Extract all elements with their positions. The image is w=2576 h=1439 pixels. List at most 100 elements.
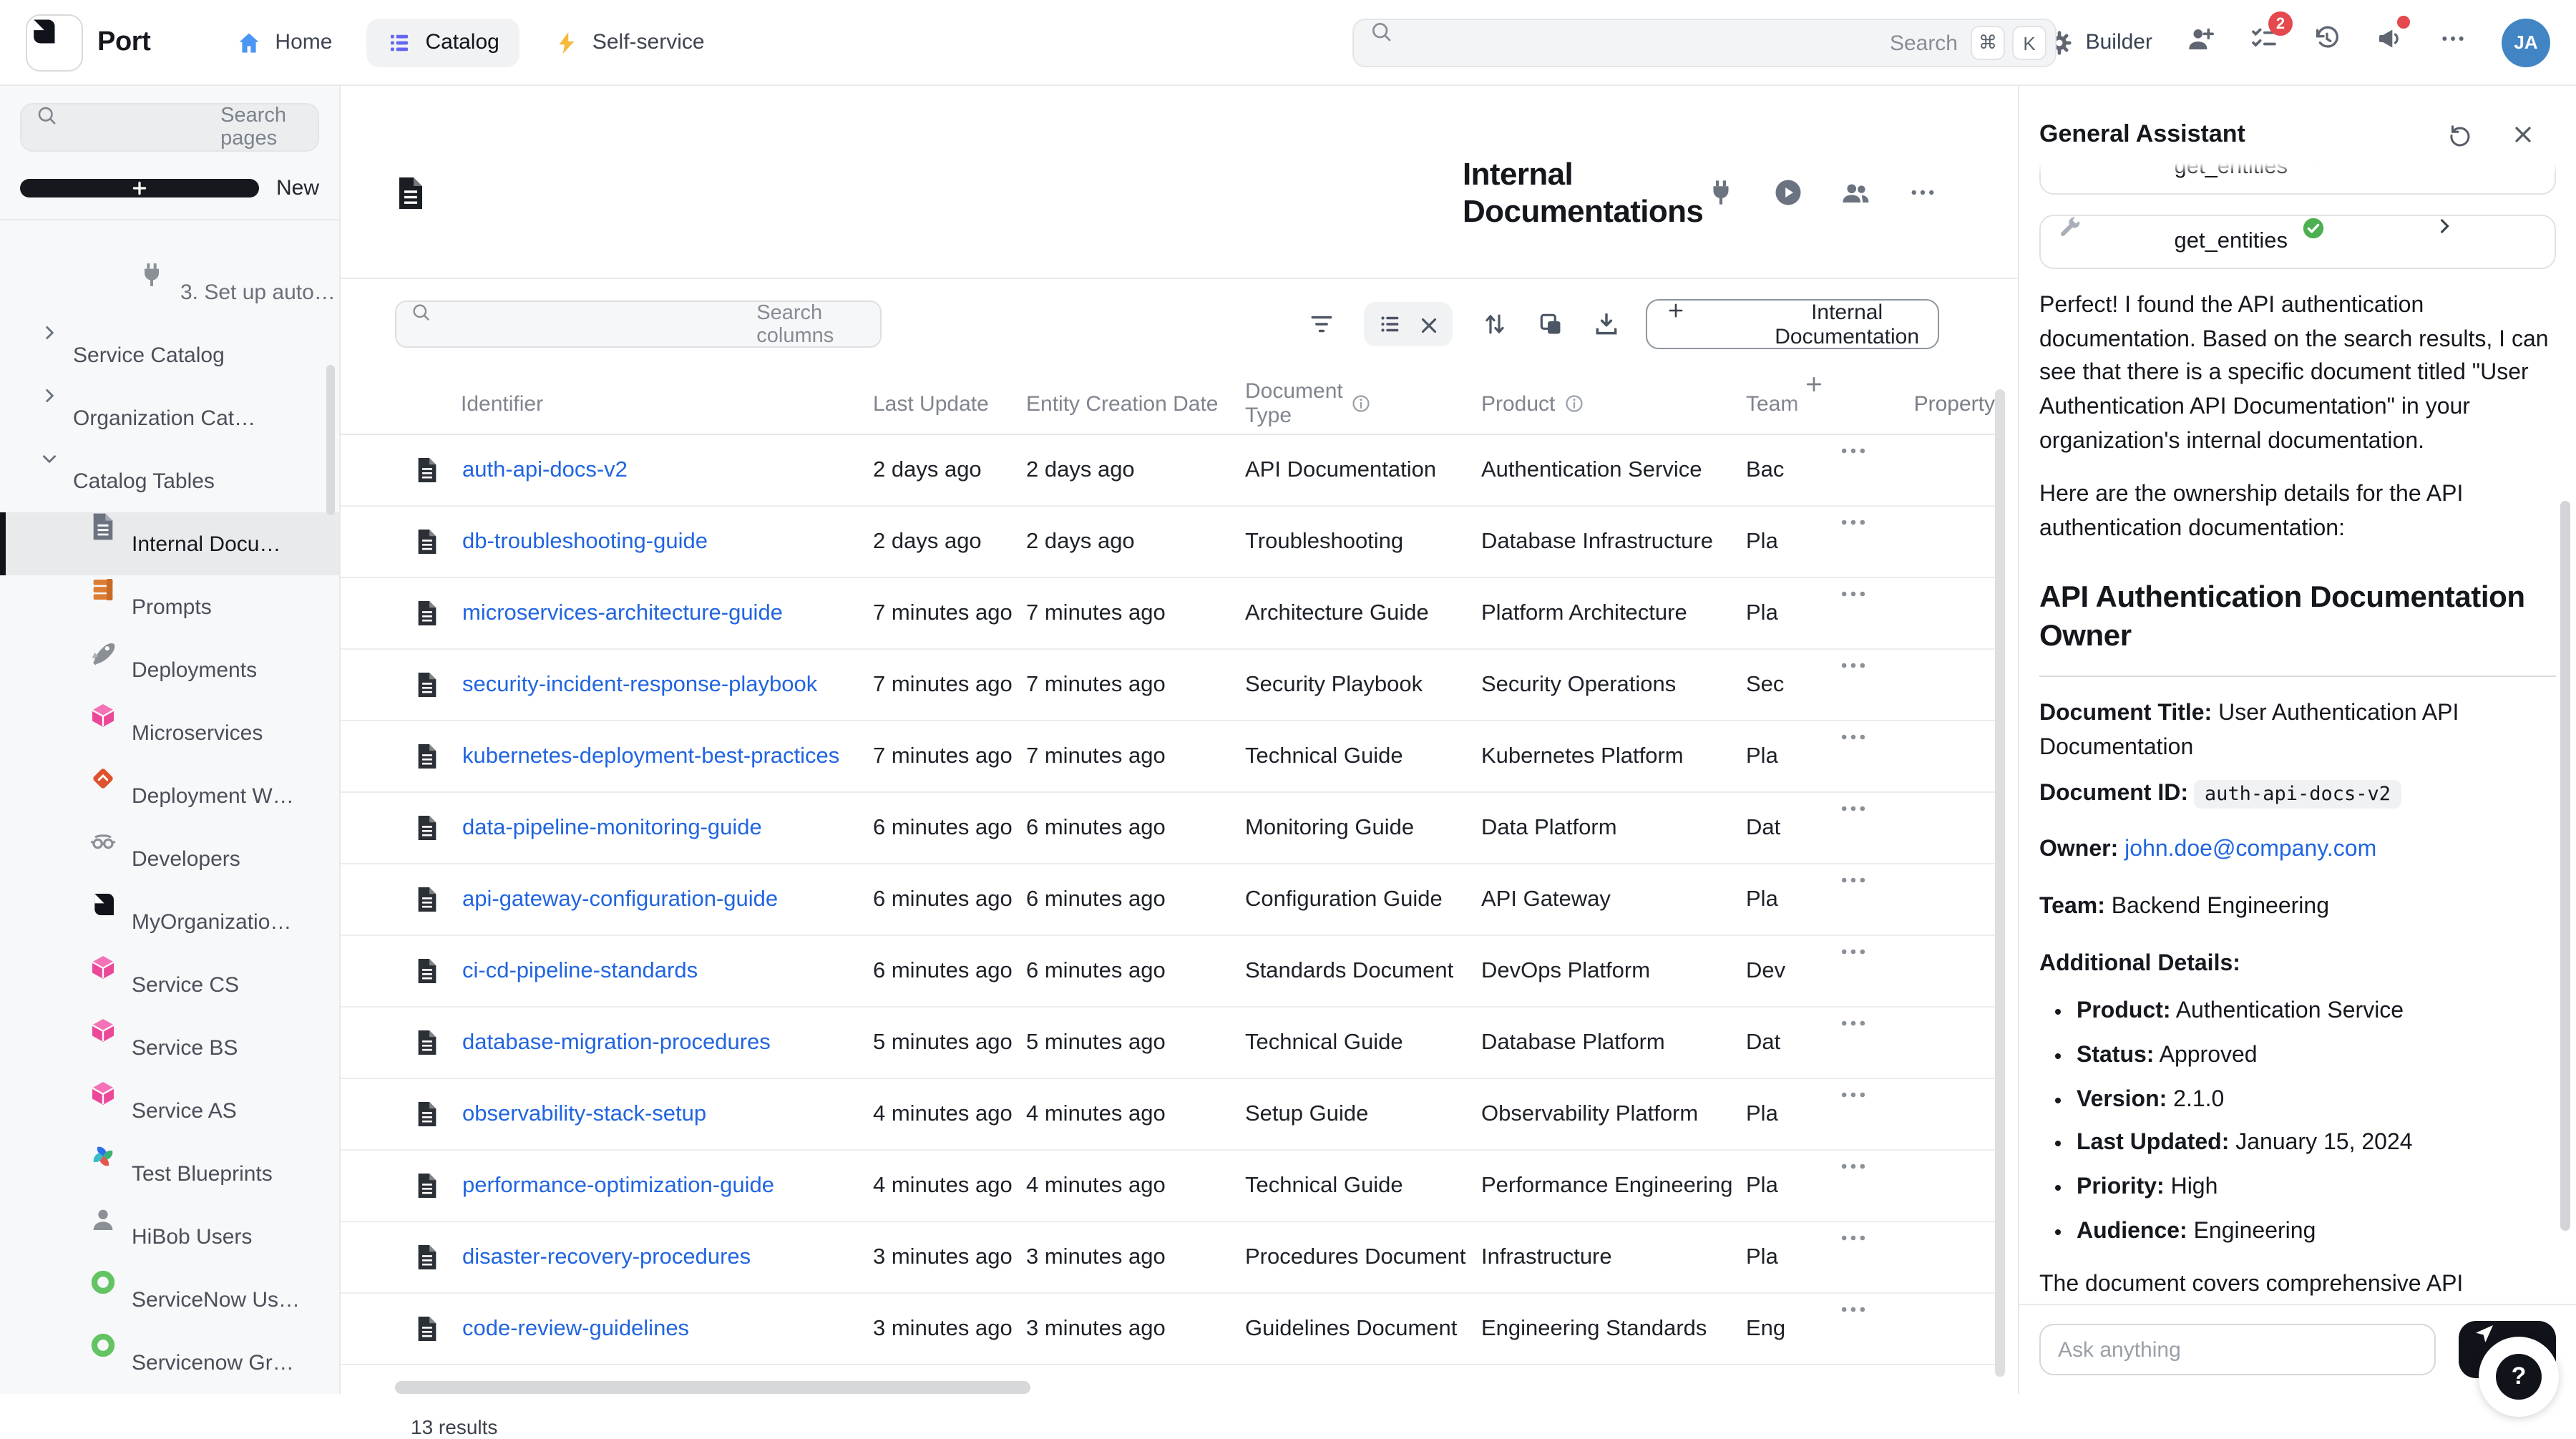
sidebar-item-servicenow-gr[interactable]: Servicenow Gr… [0,1331,339,1394]
row-more-button[interactable] [1838,1294,1995,1365]
entity-identifier-link[interactable]: api-gateway-configuration-guide [462,887,778,913]
row-more-button[interactable] [1838,650,1995,721]
row-actions [1792,794,1995,864]
row-more-button[interactable] [1838,1008,1995,1078]
entity-identifier-link[interactable]: security-incident-response-playbook [462,673,817,698]
search-columns-input[interactable]: Search columns [395,301,882,348]
plus-icon [1803,374,1903,434]
notification-dot [2397,16,2410,29]
copy-button[interactable] [1537,311,1564,338]
user-avatar[interactable]: JA [2502,18,2550,67]
row-more-button[interactable] [1838,436,1995,506]
sidebar-item-servicenow-us[interactable]: ServiceNow Us… [0,1268,339,1331]
row-more-button[interactable] [1838,937,1995,1007]
entity-identifier-link[interactable]: ci-cd-pipeline-standards [462,959,698,985]
permissions-button[interactable] [1840,177,1870,208]
row-more-button[interactable] [1838,1223,1995,1293]
ask-input[interactable] [2039,1324,2436,1375]
col-last-update[interactable]: Last Update [873,392,1026,416]
entity-identifier-link[interactable]: database-migration-procedures [462,1030,771,1056]
entity-identifier-link[interactable]: observability-stack-setup [462,1102,706,1128]
help-button[interactable]: ? [2479,1337,2559,1417]
sidebar-item-hibob-users[interactable]: HiBob Users [0,1205,339,1268]
sidebar-item-prompts[interactable]: Prompts [0,575,339,638]
row-more-button[interactable] [1838,1080,1995,1150]
row-more-button[interactable] [1838,507,1995,577]
catalog-icon [386,29,412,55]
entity-identifier-link[interactable]: auth-api-docs-v2 [462,458,628,484]
entity-identifier-link[interactable]: microservices-architecture-guide [462,601,783,627]
download-button[interactable] [1593,311,1620,338]
invite-users-button[interactable] [2187,24,2215,60]
home-icon [236,29,262,55]
sidebar-scrollbar[interactable] [326,365,335,515]
row-more-button[interactable] [1838,722,1995,792]
more-menu-button[interactable] [2439,24,2467,60]
entity-identifier-link[interactable]: disaster-recovery-procedures [462,1245,751,1271]
tasks-badge: 2 [2268,11,2293,36]
entity-identifier-link[interactable]: db-troubleshooting-guide [462,530,708,555]
col-entity-creation-date[interactable]: Entity Creation Date [1026,392,1245,416]
tasks-button[interactable]: 2 [2250,24,2278,60]
sidebar-item-developers[interactable]: Developers [0,827,339,890]
builder-button[interactable]: Builder [2046,28,2152,57]
col-identifier[interactable]: Identifier [341,392,873,416]
sidebar-item-deployments[interactable]: Deployments [0,638,339,701]
sidebar-item-internal-docu[interactable]: Internal Docu… [0,512,339,575]
sidebar-item-service-as[interactable]: Service AS [0,1079,339,1142]
entity-identifier-link[interactable]: code-review-guidelines [462,1317,689,1342]
row-more-button[interactable] [1838,579,1995,649]
global-search-input[interactable]: Search ⌘ K [1352,19,2057,67]
cell-document-type: API Documentation [1245,458,1481,484]
sidebar-item-catalog-tables[interactable]: Catalog Tables [0,449,339,512]
tool-call-card[interactable]: get_entities [2039,215,2556,269]
add-property-button[interactable]: Property [1792,374,1995,434]
sidebar-item-microservices[interactable]: Microservices [0,701,339,764]
audit-history-button[interactable] [2313,24,2341,60]
page-more-button[interactable] [1908,177,1938,208]
sidebar-item-service-bs[interactable]: Service BS [0,1016,339,1079]
sidebar-item-3-set-up-auto[interactable]: 3. Set up auto… [0,260,339,323]
table-scrollbar[interactable] [1995,389,2005,1377]
sidebar-item-service-cs[interactable]: Service CS [0,953,339,1016]
nav-item-catalog[interactable]: Catalog [366,18,519,67]
sidebar-item-organization-catalog[interactable]: Organization Catalog [0,386,339,449]
assistant-paragraph: Here are the ownership details for the A… [2039,479,2556,547]
sidebar-item-test-blueprints[interactable]: Test Blueprints [0,1142,339,1205]
assistant-scrollbar[interactable] [2560,501,2570,1231]
nav-item-self-service[interactable]: Self-service [534,18,725,67]
sidebar-item-service-catalog[interactable]: Service Catalog [0,323,339,386]
assistant-header: General Assistant [2019,86,2576,163]
row-more-button[interactable] [1838,794,1995,864]
owner-email-link[interactable]: john.doe@company.com [2124,838,2376,862]
sort-button[interactable] [1481,311,1508,338]
cell-last-update: 6 minutes ago [873,959,1026,985]
horizontal-scrollbar[interactable] [395,1382,1030,1395]
sidebar-item-deployment-w[interactable]: Deployment W… [0,764,339,827]
row-more-button[interactable] [1838,865,1995,935]
entity-identifier-link[interactable]: data-pipeline-monitoring-guide [462,816,762,842]
nav-item-home[interactable]: Home [216,18,352,67]
add-entity-button[interactable]: Internal Documentation [1646,300,1939,350]
document-icon [415,1173,439,1200]
group-by-control[interactable] [1364,303,1453,347]
col-product[interactable]: Product [1481,392,1746,416]
sidebar-item-myorganizatio[interactable]: MyOrganizatio… [0,890,339,953]
port-logo[interactable] [26,14,83,71]
row-more-button[interactable] [1838,1151,1995,1221]
main-nav: Home Catalog Self-service [216,18,724,67]
new-page-button[interactable]: New [20,176,319,200]
entity-identifier-link[interactable]: performance-optimization-guide [462,1174,774,1199]
sidebar-search-input[interactable]: Search pages [20,103,319,152]
reset-conversation-button[interactable] [2447,122,2473,147]
tool-call-card[interactable]: get_entities [2039,163,2556,195]
col-document-type[interactable]: Document Type [1245,380,1481,429]
data-sources-button[interactable] [1706,177,1736,208]
announcements-button[interactable] [2376,24,2404,60]
filter-button[interactable] [1308,311,1335,338]
close-panel-button[interactable] [2510,122,2536,147]
cell-entity-creation-date: 2 days ago [1026,530,1245,555]
entity-identifier-link[interactable]: kubernetes-deployment-best-practices [462,744,839,770]
cell-product: Performance Engineering [1481,1174,1746,1199]
run-button[interactable] [1773,177,1803,208]
